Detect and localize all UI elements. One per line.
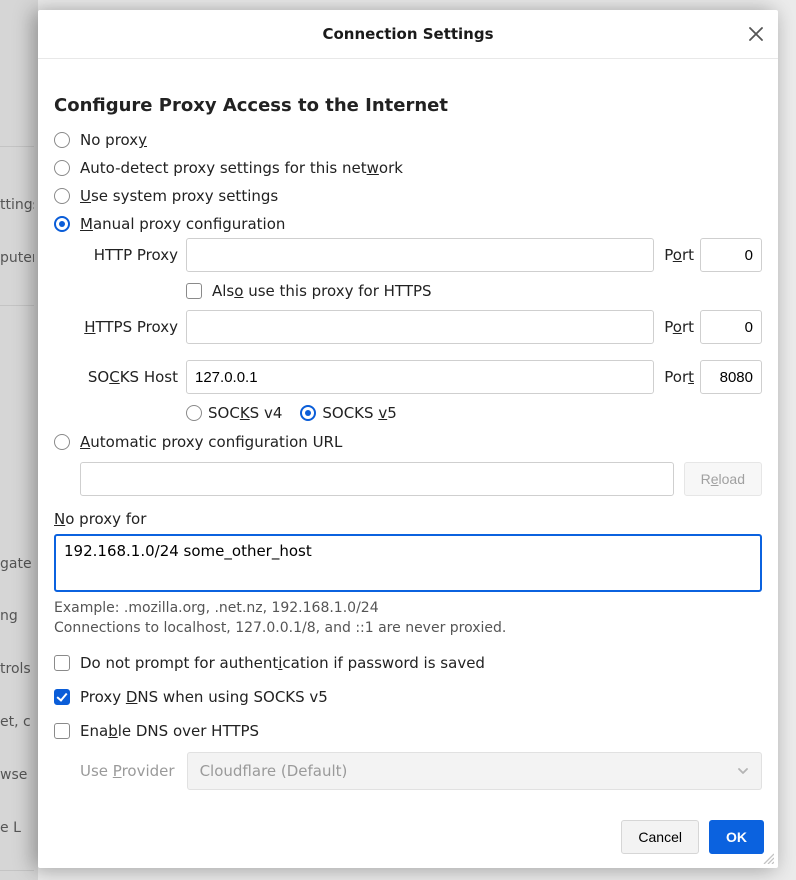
reload-button[interactable]: Reload (684, 462, 762, 496)
check-doh-label[interactable]: Enable DNS over HTTPS (80, 722, 259, 740)
check-doh[interactable] (54, 723, 70, 739)
socks-port-label: Port (654, 368, 700, 386)
ok-button[interactable]: OK (709, 820, 764, 854)
radio-pac[interactable] (54, 434, 70, 450)
radio-auto-detect-label[interactable]: Auto-detect proxy settings for this netw… (80, 159, 403, 177)
dialog-footer: Cancel OK (38, 810, 778, 868)
radio-socks-v5-label[interactable]: SOCKS v5 (322, 404, 396, 422)
no-proxy-for-input[interactable] (54, 534, 762, 592)
socks-port-input[interactable] (700, 360, 762, 394)
check-proxy-dns[interactable] (54, 689, 70, 705)
radio-system-label[interactable]: Use system proxy settings (80, 187, 278, 205)
radio-system[interactable] (54, 188, 70, 204)
https-port-input[interactable] (700, 310, 762, 344)
radio-pac-label[interactable]: Automatic proxy configuration URL (80, 433, 342, 451)
doh-provider-label: Use Provider (80, 762, 175, 780)
close-button[interactable] (744, 22, 768, 46)
check-no-prompt[interactable] (54, 655, 70, 671)
socks-host-input[interactable] (186, 360, 654, 394)
use-for-https-row: Also use this proxy for HTTPS (186, 278, 762, 310)
check-proxy-dns-row: Proxy DNS when using SOCKS v5 (54, 680, 762, 714)
http-port-label: Port (654, 246, 700, 264)
section-heading: Configure Proxy Access to the Internet (54, 95, 762, 116)
radio-manual-row: Manual proxy configuration (54, 210, 762, 238)
check-proxy-dns-label[interactable]: Proxy DNS when using SOCKS v5 (80, 688, 328, 706)
radio-auto-detect-row: Auto-detect proxy settings for this netw… (54, 154, 762, 182)
socks-host-label: SOCKS Host (80, 368, 186, 386)
radio-no-proxy[interactable] (54, 132, 70, 148)
http-proxy-label: HTTP Proxy (80, 246, 186, 264)
doh-provider-select[interactable]: Cloudflare (Default) (187, 752, 762, 790)
check-no-prompt-label[interactable]: Do not prompt for authentication if pass… (80, 654, 485, 672)
dialog-title: Connection Settings (322, 25, 493, 43)
radio-no-proxy-row: No proxy (54, 126, 762, 154)
radio-pac-row: Automatic proxy configuration URL (54, 428, 762, 456)
http-port-input[interactable] (700, 238, 762, 272)
radio-no-proxy-label[interactable]: No proxy (80, 131, 147, 149)
pac-url-input[interactable] (80, 462, 674, 496)
use-for-https-checkbox[interactable] (186, 283, 202, 299)
https-proxy-label: HTTPS Proxy (80, 318, 186, 336)
doh-provider-row: Use Provider Cloudflare (Default) (80, 752, 762, 790)
check-no-prompt-row: Do not prompt for authentication if pass… (54, 646, 762, 680)
https-proxy-input[interactable] (186, 310, 654, 344)
check-doh-row: Enable DNS over HTTPS (54, 714, 762, 748)
doh-provider-value: Cloudflare (Default) (200, 762, 348, 780)
cancel-button[interactable]: Cancel (621, 820, 699, 854)
connection-settings-dialog: Connection Settings Configure Proxy Acce… (38, 10, 778, 868)
chevron-down-icon (737, 765, 749, 777)
radio-auto-detect[interactable] (54, 160, 70, 176)
radio-socks-v4-label[interactable]: SOCKS v4 (208, 404, 282, 422)
resize-grip-icon[interactable] (762, 852, 774, 864)
http-proxy-input[interactable] (186, 238, 654, 272)
radio-manual-label[interactable]: Manual proxy configuration (80, 215, 285, 233)
close-icon (749, 27, 763, 41)
radio-socks-v4[interactable] (186, 405, 202, 421)
use-for-https-label[interactable]: Also use this proxy for HTTPS (212, 282, 432, 300)
no-proxy-for-label: No proxy for (54, 510, 762, 528)
radio-manual[interactable] (54, 216, 70, 232)
dialog-header: Connection Settings (38, 10, 778, 59)
radio-socks-v5[interactable] (300, 405, 316, 421)
no-proxy-example: Example: .mozilla.org, .net.nz, 192.168.… (54, 600, 762, 616)
socks-version-row: SOCKS v4 SOCKS v5 (186, 400, 762, 428)
https-port-label: Port (654, 318, 700, 336)
no-proxy-note: Connections to localhost, 127.0.0.1/8, a… (54, 620, 762, 636)
radio-system-row: Use system proxy settings (54, 182, 762, 210)
manual-proxy-fields: HTTP Proxy Port Also use this proxy for … (80, 238, 762, 428)
dialog-body: Configure Proxy Access to the Internet N… (38, 59, 778, 810)
